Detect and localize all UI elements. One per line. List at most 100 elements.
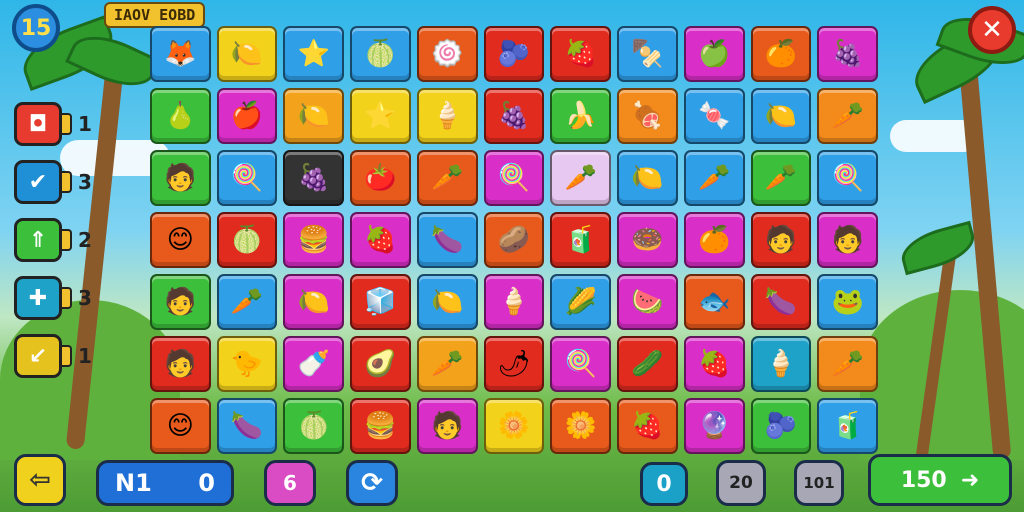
tile[interactable]: 😊 <box>150 212 211 268</box>
powerup-count: 3 <box>78 286 92 310</box>
moves-counter[interactable]: 6 <box>264 460 316 506</box>
tile[interactable]: 🐟 <box>683 274 745 330</box>
tile[interactable]: 🍦 <box>483 274 545 330</box>
shuffle-icon: ⟳ <box>361 468 383 498</box>
tile[interactable]: 🍦 <box>416 88 478 144</box>
powerup-hammer[interactable]: ↙ 1 <box>14 332 94 380</box>
tile[interactable]: 🍩 <box>617 212 678 268</box>
tile[interactable]: 🦊 <box>150 26 211 82</box>
tile[interactable]: ⭐ <box>283 26 345 82</box>
tile[interactable]: 🍋 <box>216 26 278 82</box>
tile[interactable]: 🍈 <box>283 398 345 454</box>
tile[interactable]: 🍥 <box>416 26 478 82</box>
tile[interactable]: 🍅 <box>350 150 411 206</box>
tile[interactable]: 🥕 <box>416 336 478 392</box>
tile[interactable]: 🥔 <box>483 212 545 268</box>
tile[interactable]: ⭐ <box>350 88 411 144</box>
tile[interactable]: 🍐 <box>150 88 211 144</box>
tile[interactable]: 🍋 <box>750 88 812 144</box>
tile[interactable]: 🍓 <box>617 398 678 454</box>
next-button[interactable]: 150 ➜ <box>868 454 1012 506</box>
tile[interactable]: 🍊 <box>750 26 812 82</box>
stat-button-b[interactable]: 101 <box>794 460 844 506</box>
tile[interactable]: 🔮 <box>683 398 745 454</box>
tile[interactable]: 🍓 <box>350 212 411 268</box>
tile[interactable]: 🍋 <box>283 88 345 144</box>
tile[interactable]: 🍇 <box>483 88 545 144</box>
tile[interactable]: 🍬 <box>683 88 745 144</box>
tile[interactable]: 🍋 <box>283 274 345 330</box>
tile-item-icon: 🍭 <box>564 349 597 379</box>
tile[interactable]: 🍆 <box>750 274 812 330</box>
stat-button-a[interactable]: 20 <box>716 460 766 506</box>
tile[interactable]: 🍈 <box>216 212 278 268</box>
tile[interactable]: 🧑 <box>416 398 478 454</box>
powerup-arrow[interactable]: ⇑ 2 <box>14 216 94 264</box>
tile-item-icon: 🧃 <box>831 411 864 441</box>
close-button[interactable]: ✕ <box>968 6 1016 54</box>
tile[interactable]: 🌼 <box>550 398 612 454</box>
tile[interactable]: 🍋 <box>617 150 678 206</box>
tile[interactable]: 🍏 <box>683 26 745 82</box>
tile[interactable]: 🥒 <box>617 336 678 392</box>
tile[interactable]: 🍭 <box>817 150 878 206</box>
tile[interactable]: 🧃 <box>817 398 878 454</box>
tile-item-icon: 🍔 <box>297 225 330 255</box>
tile[interactable]: 🍆 <box>416 212 478 268</box>
tile[interactable]: 🥕 <box>683 150 745 206</box>
tile[interactable]: 🥕 <box>817 336 878 392</box>
tile-item-icon: 🫐 <box>497 39 531 69</box>
tile[interactable]: 🍊 <box>683 212 745 268</box>
tile[interactable]: 🍖 <box>617 88 678 144</box>
tile[interactable]: 🫐 <box>483 26 545 82</box>
powerup-check[interactable]: ✔ 3 <box>14 158 94 206</box>
tile[interactable]: 🧑 <box>150 274 211 330</box>
tile-item-icon: 🍋 <box>297 101 330 131</box>
tile[interactable]: 🥑 <box>350 336 411 392</box>
tile[interactable]: 🍓 <box>683 336 745 392</box>
tile[interactable]: 🍔 <box>283 212 345 268</box>
tile[interactable]: 🧊 <box>350 274 411 330</box>
tile[interactable]: 🍉 <box>617 274 678 330</box>
tile[interactable]: 🐤 <box>216 336 278 392</box>
tile[interactable]: 🍋 <box>416 274 478 330</box>
tile[interactable]: 🍆 <box>216 398 278 454</box>
tile[interactable]: 🍭 <box>550 336 612 392</box>
tile[interactable]: 🧑 <box>750 212 812 268</box>
tile-item-icon: 🍓 <box>631 411 664 441</box>
tile[interactable]: 🍇 <box>817 26 878 82</box>
tile[interactable]: 😊 <box>150 398 211 454</box>
tile[interactable]: 🥕 <box>416 150 478 206</box>
hint-button[interactable]: 0 <box>640 462 688 506</box>
tile[interactable]: 🍓 <box>550 26 612 82</box>
tile[interactable]: 🧑 <box>150 336 211 392</box>
level-badge[interactable]: 15 <box>12 4 60 52</box>
tile[interactable]: 🍇 <box>283 150 345 206</box>
tile[interactable]: 🍌 <box>550 88 612 144</box>
tile[interactable]: 🌽 <box>550 274 612 330</box>
tile[interactable]: 🍔 <box>350 398 411 454</box>
tile[interactable]: 🥕 <box>817 88 878 144</box>
tile[interactable]: 🍼 <box>283 336 345 392</box>
tile[interactable]: 🫐 <box>750 398 812 454</box>
tile[interactable]: 🧃 <box>550 212 612 268</box>
tile[interactable]: 🍢 <box>617 26 678 82</box>
tile[interactable]: 🍭 <box>483 150 545 206</box>
powerup-bomb[interactable]: ◘ 1 <box>14 100 94 148</box>
tile[interactable]: 🍭 <box>216 150 278 206</box>
tile[interactable]: 🌼 <box>483 398 545 454</box>
tile[interactable]: 🥕 <box>550 150 612 206</box>
tile[interactable]: 🥕 <box>750 150 812 206</box>
back-button[interactable]: ⇦ <box>14 454 66 506</box>
tile-item-icon: 🍋 <box>764 101 798 131</box>
tile[interactable]: 🍦 <box>750 336 812 392</box>
shuffle-button[interactable]: ⟳ <box>346 460 398 506</box>
tile[interactable]: 🐸 <box>817 274 878 330</box>
tile[interactable]: 🧑 <box>150 150 211 206</box>
tile[interactable]: 🍈 <box>350 26 411 82</box>
tile[interactable]: 🥕 <box>216 274 278 330</box>
tile[interactable]: 🌶 <box>483 336 545 392</box>
powerup-swap[interactable]: ✚ 3 <box>14 274 94 322</box>
tile[interactable]: 🧑 <box>817 212 878 268</box>
tile[interactable]: 🍎 <box>216 88 278 144</box>
